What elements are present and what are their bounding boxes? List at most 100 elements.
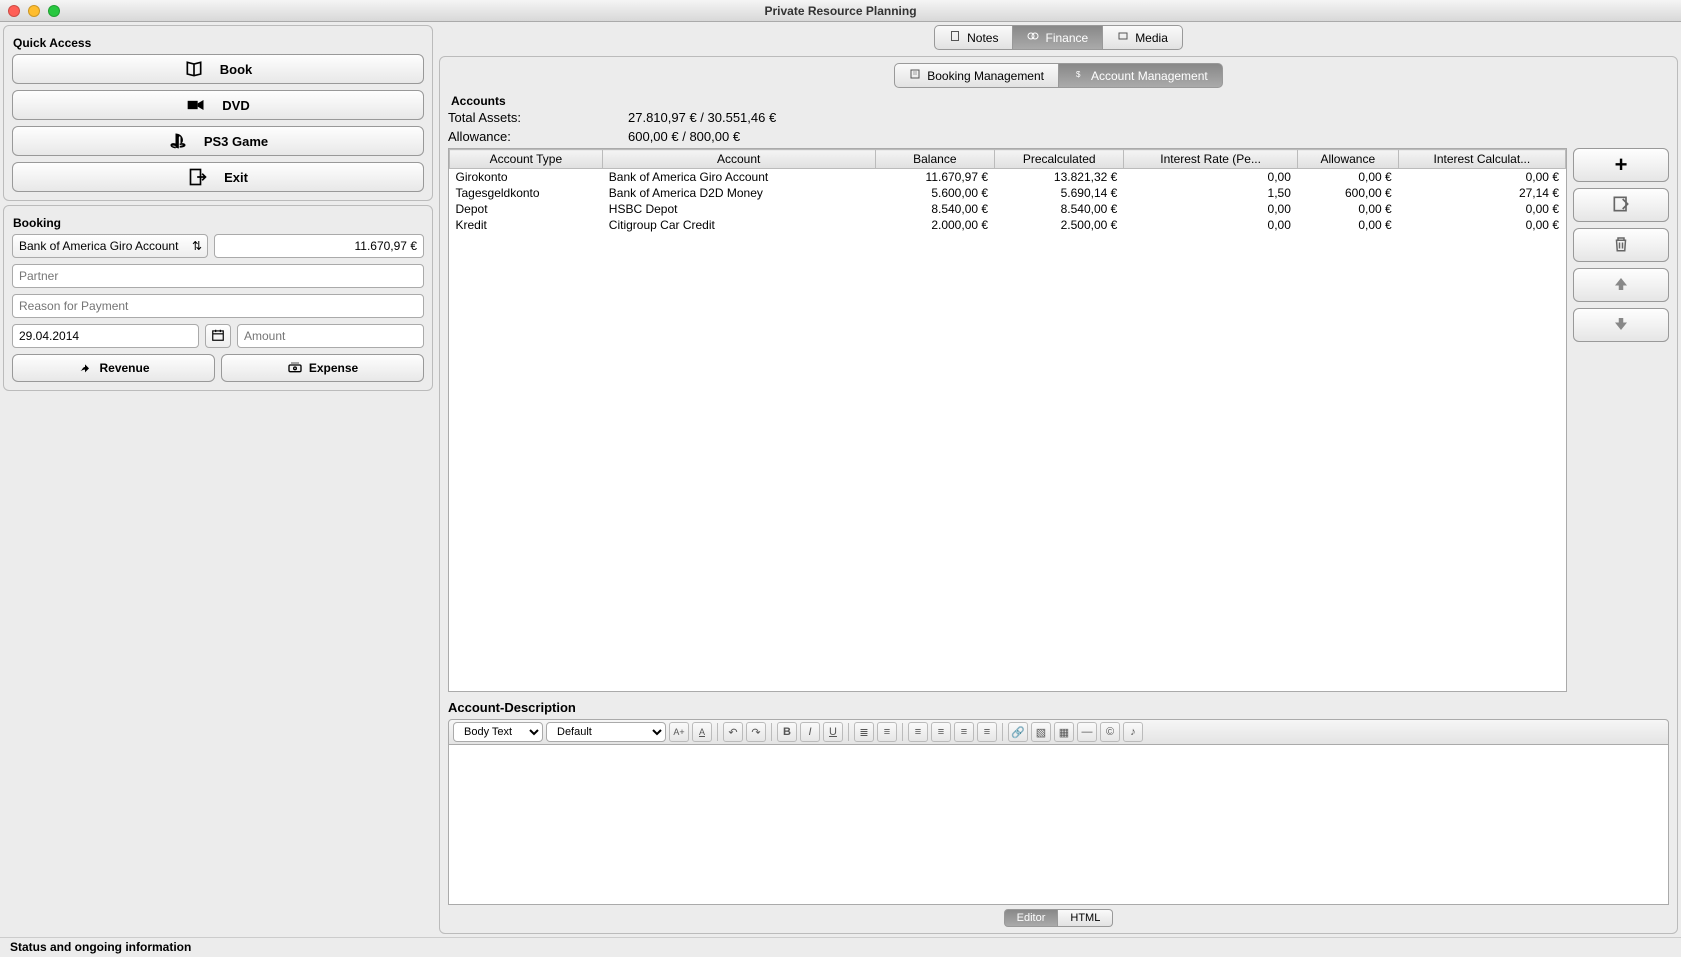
font-increase-button[interactable]: A+ <box>669 722 689 742</box>
copyright-button[interactable]: © <box>1100 722 1120 742</box>
bold-button[interactable]: B <box>777 722 797 742</box>
align-center-button[interactable]: ≡ <box>931 722 951 742</box>
image-button[interactable]: ▧ <box>1031 722 1051 742</box>
add-account-button[interactable]: + <box>1573 148 1669 182</box>
svg-text:$: $ <box>1076 70 1081 79</box>
redo-icon: ↷ <box>751 726 760 739</box>
tab-media-label: Media <box>1135 31 1168 45</box>
allowance-label: Allowance: <box>448 129 588 144</box>
table-cell: Kredit <box>450 217 603 233</box>
table-cell: 0,00 € <box>1398 217 1565 233</box>
align-right-button[interactable]: ≡ <box>954 722 974 742</box>
bullet-list-icon: ≣ <box>859 726 868 739</box>
table-cell: Bank of America D2D Money <box>602 185 875 201</box>
camera-icon <box>186 95 206 115</box>
dvd-button-label: DVD <box>222 98 249 113</box>
table-cell: Tagesgeldkonto <box>450 185 603 201</box>
allowance-value: 600,00 € / 800,00 € <box>628 129 740 144</box>
exit-button-label: Exit <box>224 170 248 185</box>
ps3-button-label: PS3 Game <box>204 134 268 149</box>
move-down-button[interactable] <box>1573 308 1669 342</box>
media-button[interactable]: ♪ <box>1123 722 1143 742</box>
main-tab-bar: Notes Finance Media <box>439 25 1678 50</box>
font-decrease-button[interactable]: A <box>692 722 712 742</box>
move-up-button[interactable] <box>1573 268 1669 302</box>
underline-button[interactable]: U <box>823 722 843 742</box>
table-cell: 0,00 € <box>1297 169 1398 186</box>
style-select[interactable]: Body Text <box>453 722 543 742</box>
accounts-section: Accounts Total Assets: 27.810,97 € / 30.… <box>448 94 1669 927</box>
balance-display-field[interactable] <box>214 234 424 258</box>
date-picker-button[interactable] <box>205 324 231 348</box>
exit-button[interactable]: Exit <box>12 162 424 192</box>
tab-media[interactable]: Media <box>1103 25 1183 50</box>
align-justify-icon: ≡ <box>984 726 990 738</box>
date-input[interactable] <box>12 324 199 348</box>
expense-button[interactable]: Expense <box>221 354 424 382</box>
partner-input[interactable] <box>12 264 424 288</box>
tab-booking-management[interactable]: Booking Management <box>894 63 1059 88</box>
tab-booking-mgmt-label: Booking Management <box>927 69 1044 83</box>
hr-button[interactable]: — <box>1077 722 1097 742</box>
table-cell: 13.821,32 € <box>995 169 1124 186</box>
column-header[interactable]: Balance <box>875 150 994 169</box>
bullet-list-button[interactable]: ≣ <box>854 722 874 742</box>
column-header[interactable]: Account <box>602 150 875 169</box>
editor-tab-html[interactable]: HTML <box>1058 909 1113 927</box>
font-select[interactable]: Default <box>546 722 666 742</box>
column-header[interactable]: Allowance <box>1297 150 1398 169</box>
table-cell: 0,00 <box>1124 201 1298 217</box>
table-cell: 27,14 € <box>1398 185 1565 201</box>
column-header[interactable]: Interest Calculat... <box>1398 150 1565 169</box>
amount-input[interactable] <box>237 324 424 348</box>
accounts-table-wrap[interactable]: Account TypeAccountBalancePrecalculatedI… <box>448 148 1567 692</box>
undo-button[interactable]: ↶ <box>723 722 743 742</box>
align-justify-button[interactable]: ≡ <box>977 722 997 742</box>
align-left-button[interactable]: ≡ <box>908 722 928 742</box>
table-row[interactable]: DepotHSBC Depot8.540,00 €8.540,00 €0,000… <box>450 201 1566 217</box>
column-header[interactable]: Interest Rate (Pe... <box>1124 150 1298 169</box>
column-header[interactable]: Account Type <box>450 150 603 169</box>
editor-tab-editor[interactable]: Editor <box>1004 909 1059 927</box>
tab-finance[interactable]: Finance <box>1013 25 1103 50</box>
font-increase-icon: A+ <box>673 727 684 737</box>
tab-account-mgmt-label: Account Management <box>1091 69 1208 83</box>
revenue-button[interactable]: Revenue <box>12 354 215 382</box>
link-button[interactable]: 🔗 <box>1008 722 1028 742</box>
table-button[interactable]: ▦ <box>1054 722 1074 742</box>
editor-body[interactable] <box>448 745 1669 905</box>
book-button-label: Book <box>220 62 253 77</box>
link-icon: 🔗 <box>1011 726 1025 739</box>
font-decrease-icon: A <box>699 727 705 737</box>
book-button[interactable]: Book <box>12 54 424 84</box>
image-icon: ▧ <box>1036 726 1046 739</box>
dvd-button[interactable]: DVD <box>12 90 424 120</box>
tab-notes[interactable]: Notes <box>934 25 1013 50</box>
table-cell: 1,50 <box>1124 185 1298 201</box>
align-center-icon: ≡ <box>938 726 944 738</box>
bold-icon: B <box>783 726 791 738</box>
table-row[interactable]: KreditCitigroup Car Credit2.000,00 €2.50… <box>450 217 1566 233</box>
edit-icon <box>1611 194 1631 217</box>
table-cell: Citigroup Car Credit <box>602 217 875 233</box>
table-cell: HSBC Depot <box>602 201 875 217</box>
table-cell: 0,00 € <box>1297 217 1398 233</box>
column-header[interactable]: Precalculated <box>995 150 1124 169</box>
delete-account-button[interactable] <box>1573 228 1669 262</box>
window-title: Private Resource Planning <box>0 4 1681 18</box>
table-row[interactable]: GirokontoBank of America Giro Account11.… <box>450 169 1566 186</box>
italic-button[interactable]: I <box>800 722 820 742</box>
reason-input[interactable] <box>12 294 424 318</box>
exit-icon <box>188 167 208 187</box>
tab-finance-label: Finance <box>1045 31 1088 45</box>
plus-icon: + <box>1615 152 1628 178</box>
redo-button[interactable]: ↷ <box>746 722 766 742</box>
tab-account-management[interactable]: $ Account Management <box>1059 63 1223 88</box>
table-cell: Bank of America Giro Account <box>602 169 875 186</box>
edit-account-button[interactable] <box>1573 188 1669 222</box>
ps3-game-button[interactable]: PS3 Game <box>12 126 424 156</box>
number-list-button[interactable]: ≡ <box>877 722 897 742</box>
table-row[interactable]: TagesgeldkontoBank of America D2D Money5… <box>450 185 1566 201</box>
playstation-icon <box>168 131 188 151</box>
account-select[interactable]: Bank of America Giro Account <box>12 234 208 258</box>
